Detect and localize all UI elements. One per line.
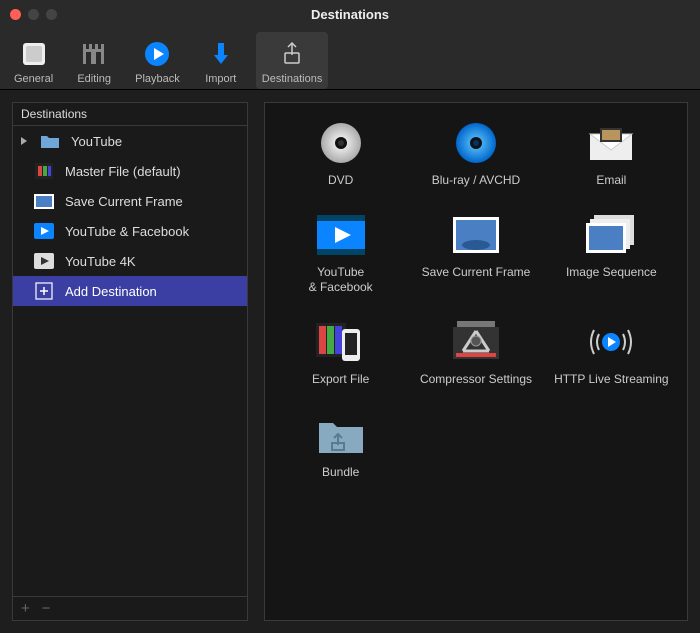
remove-button[interactable]: − bbox=[42, 600, 51, 617]
sidebar-list: YouTube Master File (default) Save Curre… bbox=[13, 126, 247, 596]
youtube-facebook-icon bbox=[316, 213, 366, 257]
plus-box-icon bbox=[33, 282, 55, 300]
content-area: Destinations YouTube Master File (defaul… bbox=[0, 90, 700, 633]
grid-item-email[interactable]: Email bbox=[546, 121, 677, 187]
grid-item-label: HTTP Live Streaming bbox=[554, 372, 669, 386]
sidebar-item-youtube-facebook[interactable]: YouTube & Facebook bbox=[13, 216, 247, 246]
grid-item-youtube-facebook[interactable]: YouTube & Facebook bbox=[275, 213, 406, 294]
dvd-icon bbox=[316, 121, 366, 165]
destinations-grid: DVD Blu-ray / AVCHD Email YouTube & Face… bbox=[275, 121, 677, 479]
folder-icon bbox=[39, 132, 61, 150]
sidebar-item-master-file[interactable]: Master File (default) bbox=[13, 156, 247, 186]
titlebar: Destinations bbox=[0, 0, 700, 28]
zoom-window-button[interactable] bbox=[46, 9, 57, 20]
grid-item-label: Image Sequence bbox=[566, 265, 657, 279]
export-file-icon bbox=[316, 320, 366, 364]
compressor-icon bbox=[451, 320, 501, 364]
sidebar-item-add-destination[interactable]: Add Destination bbox=[13, 276, 247, 306]
traffic-lights bbox=[0, 9, 57, 20]
toolbar-playback[interactable]: Playback bbox=[129, 32, 186, 89]
grid-item-image-sequence[interactable]: Image Sequence bbox=[546, 213, 677, 294]
frame-icon bbox=[451, 213, 501, 257]
toolbar-label: Destinations bbox=[262, 73, 323, 85]
grid-item-label: Save Current Frame bbox=[422, 265, 531, 279]
grid-item-label: YouTube & Facebook bbox=[309, 265, 373, 294]
destinations-icon bbox=[279, 39, 305, 69]
grid-item-save-current-frame[interactable]: Save Current Frame bbox=[410, 213, 541, 294]
disclosure-triangle-icon[interactable] bbox=[21, 137, 27, 145]
grid-item-label: Bundle bbox=[322, 465, 359, 479]
sidebar-item-label: YouTube 4K bbox=[65, 254, 136, 269]
grid-item-label: Email bbox=[596, 173, 626, 187]
image-sequence-icon bbox=[586, 213, 636, 257]
sidebar-item-save-current-frame[interactable]: Save Current Frame bbox=[13, 186, 247, 216]
toolbar-label: Import bbox=[205, 73, 236, 85]
sidebar-item-label: YouTube & Facebook bbox=[65, 224, 189, 239]
grid-item-label: Compressor Settings bbox=[420, 372, 532, 386]
sidebar-item-youtube-4k[interactable]: YouTube 4K bbox=[13, 246, 247, 276]
toolbar-import[interactable]: Import bbox=[198, 32, 244, 89]
email-icon bbox=[586, 121, 636, 165]
grid-item-label: Export File bbox=[312, 372, 369, 386]
grid-item-bluray[interactable]: Blu-ray / AVCHD bbox=[410, 121, 541, 187]
sidebar-item-label: YouTube bbox=[71, 134, 122, 149]
toolbar-label: Editing bbox=[77, 73, 111, 85]
grid-item-http-live-streaming[interactable]: HTTP Live Streaming bbox=[546, 320, 677, 386]
sidebar-header: Destinations bbox=[13, 103, 247, 126]
grid-item-dvd[interactable]: DVD bbox=[275, 121, 406, 187]
editing-icon bbox=[79, 39, 109, 69]
bundle-folder-icon bbox=[316, 413, 366, 457]
toolbar-label: Playback bbox=[135, 73, 180, 85]
grid-item-label: Blu-ray / AVCHD bbox=[432, 173, 520, 187]
toolbar-label: General bbox=[14, 73, 53, 85]
toolbar-destinations[interactable]: Destinations bbox=[256, 32, 329, 89]
playback-icon bbox=[144, 39, 170, 69]
youtube-4k-icon bbox=[33, 252, 55, 270]
window-title: Destinations bbox=[0, 7, 700, 22]
minimize-window-button[interactable] bbox=[28, 9, 39, 20]
grid-item-compressor-settings[interactable]: Compressor Settings bbox=[410, 320, 541, 386]
grid-item-bundle[interactable]: Bundle bbox=[275, 413, 406, 479]
youtube-facebook-icon bbox=[33, 222, 55, 240]
sidebar-item-label: Save Current Frame bbox=[65, 194, 183, 209]
import-icon bbox=[208, 39, 234, 69]
sidebar-footer: + − bbox=[13, 596, 247, 620]
destinations-sidebar: Destinations YouTube Master File (defaul… bbox=[12, 102, 248, 621]
bluray-icon bbox=[451, 121, 501, 165]
toolbar-editing[interactable]: Editing bbox=[71, 32, 117, 89]
add-button[interactable]: + bbox=[21, 600, 30, 617]
toolbar-general[interactable]: General bbox=[8, 32, 59, 89]
grid-item-label: DVD bbox=[328, 173, 353, 187]
sidebar-item-label: Add Destination bbox=[65, 284, 157, 299]
preferences-toolbar: General Editing Playback Import Destinat… bbox=[0, 28, 700, 90]
frame-icon bbox=[33, 192, 55, 210]
sidebar-item-label: Master File (default) bbox=[65, 164, 181, 179]
master-file-icon bbox=[33, 162, 55, 180]
close-window-button[interactable] bbox=[10, 9, 21, 20]
grid-item-export-file[interactable]: Export File bbox=[275, 320, 406, 386]
sidebar-item-youtube[interactable]: YouTube bbox=[13, 126, 247, 156]
streaming-icon bbox=[586, 320, 636, 364]
destinations-grid-area: DVD Blu-ray / AVCHD Email YouTube & Face… bbox=[264, 102, 688, 621]
general-icon bbox=[21, 39, 47, 69]
